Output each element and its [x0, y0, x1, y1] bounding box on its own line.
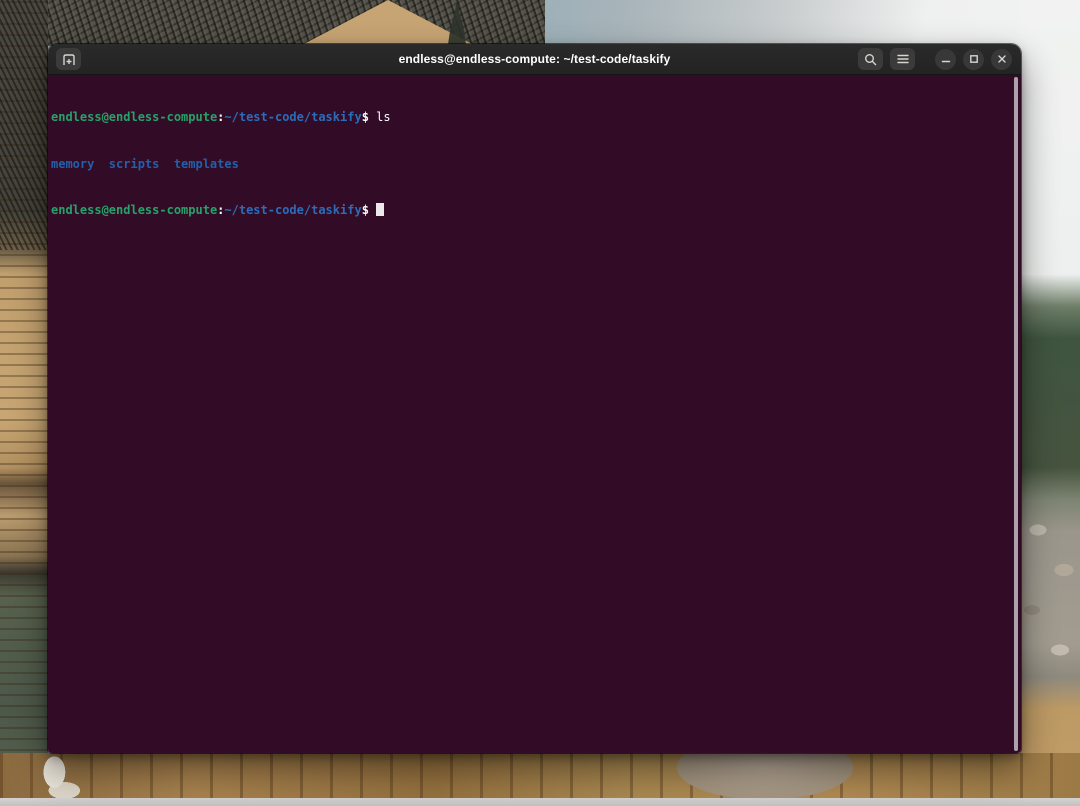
terminal-window: endless@endless-compute: ~/test-code/tas…: [48, 44, 1021, 753]
search-button[interactable]: [858, 48, 883, 70]
cursor-block: [376, 203, 384, 216]
output-line: memory scripts templates: [51, 157, 1011, 173]
wallpaper-rocks: [1020, 500, 1080, 700]
titlebar[interactable]: endless@endless-compute: ~/test-code/tas…: [48, 44, 1021, 75]
close-button[interactable]: [991, 49, 1012, 70]
prompt-line: endless@endless-compute:~/test-code/task…: [51, 110, 1011, 126]
wallpaper-stone: [640, 753, 890, 801]
menu-button[interactable]: [890, 48, 915, 70]
prompt-dollar: $: [362, 110, 369, 124]
wallpaper-white-bird: [28, 756, 94, 802]
directory-name: templates: [174, 157, 239, 171]
search-icon: [864, 53, 877, 66]
scrollbar-thumb[interactable]: [1014, 77, 1018, 751]
hamburger-menu-icon: [897, 54, 909, 64]
terminal-screen[interactable]: endless@endless-compute:~/test-code/task…: [48, 75, 1021, 753]
minimize-button[interactable]: [935, 49, 956, 70]
new-tab-icon: [62, 53, 76, 66]
wallpaper-twigs-texture: [0, 0, 48, 250]
close-icon: [997, 54, 1007, 64]
directory-name: memory: [51, 157, 94, 171]
command-text: ls: [376, 110, 390, 124]
prompt-path: ~/test-code/taskify: [224, 203, 361, 217]
prompt-user: endless@endless-compute: [51, 110, 217, 124]
minimize-icon: [941, 54, 951, 64]
directory-name: scripts: [109, 157, 160, 171]
prompt-line: endless@endless-compute:~/test-code/task…: [51, 203, 1011, 219]
prompt-user: endless@endless-compute: [51, 203, 217, 217]
maximize-button[interactable]: [963, 49, 984, 70]
prompt-path: ~/test-code/taskify: [224, 110, 361, 124]
wallpaper-bottom-strip: [0, 798, 1080, 806]
new-tab-button[interactable]: [56, 48, 81, 70]
prompt-dollar: $: [362, 203, 369, 217]
maximize-icon: [969, 54, 979, 64]
